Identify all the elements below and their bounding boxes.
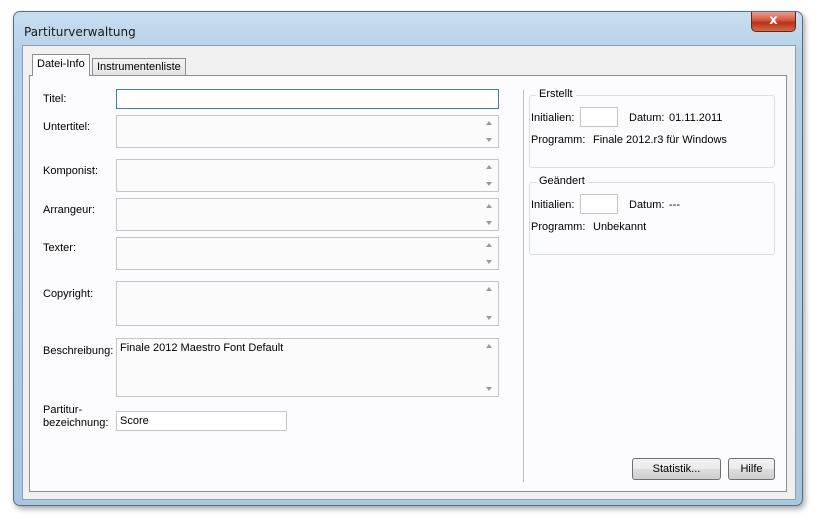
scroll-down-icon[interactable]	[486, 260, 492, 264]
texter-input[interactable]	[116, 237, 499, 270]
erstellt-datum-value: 01.11.2011	[669, 112, 723, 124]
tab-datei-info[interactable]: Datei-Info	[32, 54, 90, 76]
column-divider	[523, 90, 524, 482]
tab-instrumentenliste[interactable]: Instrumentenliste	[92, 58, 186, 76]
komponist-scrollbar[interactable]	[482, 161, 497, 190]
tab-panel-datei-info: Titel: Untertitel: Komponist: Arrangeur:…	[29, 75, 787, 492]
hilfe-button[interactable]: Hilfe	[728, 458, 775, 480]
geaendert-group-title: Geändert	[536, 175, 588, 187]
beschreibung-input[interactable]: Finale 2012 Maestro Font Default	[116, 338, 499, 397]
beschreibung-value: Finale 2012 Maestro Font Default	[120, 342, 284, 354]
statistik-button[interactable]: Statistik...	[632, 458, 721, 480]
arrangeur-input[interactable]	[116, 198, 499, 231]
erstellt-group: Erstellt Initialien: Datum: 01.11.2011 P…	[529, 88, 775, 168]
titel-label: Titel:	[43, 93, 67, 105]
scroll-up-icon[interactable]	[486, 121, 492, 125]
erstellt-datum-label: Datum:	[629, 112, 665, 124]
texter-label: Texter:	[43, 242, 77, 254]
scroll-down-icon[interactable]	[486, 182, 492, 186]
copyright-label: Copyright:	[43, 288, 94, 300]
erstellt-programm-label: Programm:	[531, 134, 586, 146]
dialog-window: Partiturverwaltung x Datei-Info Instrume…	[13, 11, 803, 506]
scroll-up-icon[interactable]	[486, 287, 492, 291]
texter-scrollbar[interactable]	[482, 239, 497, 268]
scroll-down-icon[interactable]	[486, 221, 492, 225]
komponist-input[interactable]	[116, 159, 499, 192]
komponist-label: Komponist:	[43, 165, 99, 177]
partiturbezeichnung-value: Score	[120, 415, 149, 427]
erstellt-group-title: Erstellt	[536, 88, 576, 100]
geaendert-programm-label: Programm:	[531, 221, 586, 233]
geaendert-datum-value: ---	[669, 199, 680, 211]
geaendert-datum-label: Datum:	[629, 199, 665, 211]
partitur-label-line1: Partitur-	[43, 404, 83, 416]
untertitel-scrollbar[interactable]	[482, 117, 497, 146]
window-title: Partiturverwaltung	[24, 25, 136, 39]
copyright-scrollbar[interactable]	[482, 283, 497, 324]
erstellt-initialien-field	[580, 107, 618, 127]
erstellt-programm-value: Finale 2012.r3 für Windows	[593, 134, 727, 146]
copyright-input[interactable]	[116, 281, 499, 326]
scroll-up-icon[interactable]	[486, 204, 492, 208]
partiturbezeichnung-input[interactable]: Score	[116, 411, 287, 431]
scroll-down-icon[interactable]	[486, 387, 492, 391]
partitur-label-line2: bezeichnung:	[43, 417, 109, 429]
close-button[interactable]: x	[751, 12, 796, 32]
titel-input[interactable]	[116, 89, 499, 109]
scroll-down-icon[interactable]	[486, 316, 492, 320]
untertitel-input[interactable]	[116, 115, 499, 148]
geaendert-programm-value: Unbekannt	[593, 221, 647, 233]
scroll-up-icon[interactable]	[486, 165, 492, 169]
dialog-client-area: Datei-Info Instrumentenliste Titel: Unte…	[22, 45, 796, 500]
arrangeur-label: Arrangeur:	[43, 204, 95, 216]
scroll-up-icon[interactable]	[486, 344, 492, 348]
geaendert-initialien-field	[580, 194, 618, 214]
scroll-up-icon[interactable]	[486, 243, 492, 247]
geaendert-initialien-label: Initialien:	[531, 199, 575, 211]
beschreibung-label: Beschreibung:	[43, 345, 114, 357]
erstellt-initialien-label: Initialien:	[531, 112, 575, 124]
arrangeur-scrollbar[interactable]	[482, 200, 497, 229]
scroll-down-icon[interactable]	[486, 138, 492, 142]
beschreibung-scrollbar[interactable]	[482, 340, 497, 395]
geaendert-group: Geändert Initialien: Datum: --- Programm…	[529, 175, 775, 255]
untertitel-label: Untertitel:	[43, 121, 91, 133]
